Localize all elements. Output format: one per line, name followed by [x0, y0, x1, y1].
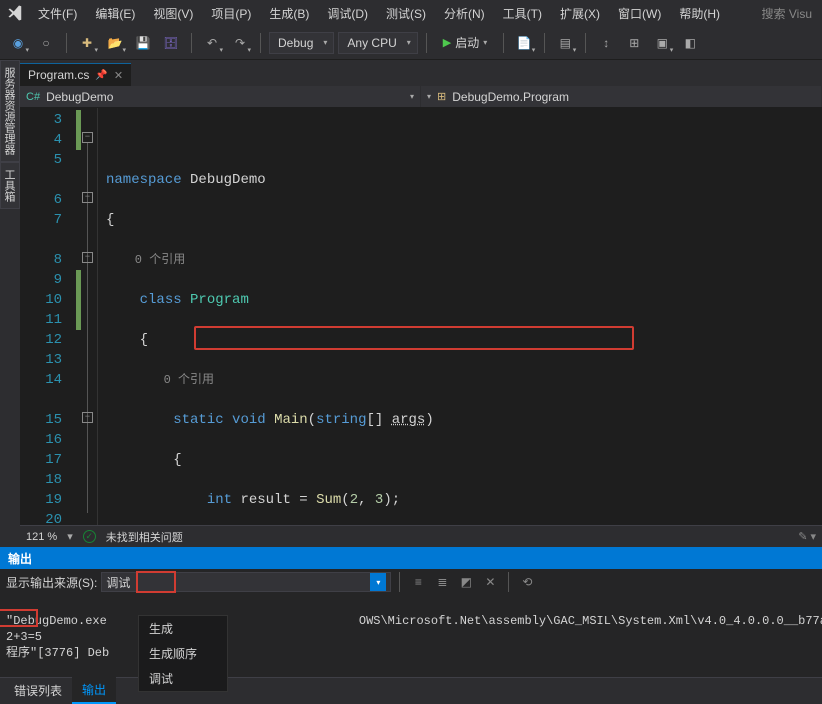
platform-value: Any CPU	[347, 36, 396, 50]
file-tab-label: Program.cs	[28, 68, 89, 82]
nav-project-label: DebugDemo	[46, 90, 113, 104]
fold-class[interactable]: −	[82, 192, 93, 203]
separator	[544, 33, 545, 53]
code-content: namespace DebugDemo { 0 个引用 class Progra…	[98, 108, 822, 525]
csharp-icon: C#	[26, 91, 40, 103]
menu-tools[interactable]: 工具(T)	[495, 1, 550, 26]
output-icon-3[interactable]: ◩	[456, 572, 476, 592]
menu-item-build[interactable]: 生成	[139, 616, 227, 641]
menu-edit[interactable]: 编辑(E)	[87, 1, 143, 26]
highlight-source	[136, 571, 176, 593]
check-icon: ✓	[83, 530, 96, 543]
separator	[191, 33, 192, 53]
output-title: 输出	[8, 550, 32, 567]
class-icon: ⊞	[437, 90, 446, 103]
new-file-button[interactable]: ✚	[75, 31, 99, 55]
platform-combo[interactable]: Any CPU▾	[338, 32, 417, 54]
nav-back-button[interactable]: ◉	[6, 31, 30, 55]
issues-status: 未找到相关问题	[106, 529, 183, 545]
start-debug-button[interactable]: ▶启动▾	[435, 32, 496, 54]
clear-icon[interactable]: ✕	[480, 572, 500, 592]
line-gutter: 345 678 9101112 131415 16171819 20	[20, 108, 80, 525]
fold-namespace[interactable]: −	[82, 132, 93, 143]
save-button[interactable]: 💾	[131, 31, 155, 55]
output-icon-2[interactable]: ≣	[432, 572, 452, 592]
menu-file[interactable]: 文件(F)	[30, 1, 85, 26]
separator	[260, 33, 261, 53]
separator	[66, 33, 67, 53]
play-icon: ▶	[443, 36, 451, 49]
start-label: 启动	[455, 34, 479, 51]
menu-project[interactable]: 项目(P)	[203, 1, 259, 26]
separator	[508, 572, 509, 592]
output-source-value: 调试	[106, 574, 130, 591]
output-icon-4[interactable]: ⟲	[517, 572, 537, 592]
nav-class-label: DebugDemo.Program	[452, 90, 569, 104]
menu-help[interactable]: 帮助(H)	[671, 1, 728, 26]
search-box[interactable]: 搜索 Visu	[756, 3, 818, 24]
nav-project-combo[interactable]: C#DebugDemo▾	[20, 86, 421, 107]
output-source-menu: 生成 生成顺序 调试	[138, 615, 228, 692]
highlight-result	[0, 609, 38, 627]
output-icon-1[interactable]: ≡	[408, 572, 428, 592]
file-tab-program[interactable]: Program.cs 📌 ✕	[20, 63, 131, 86]
output-content[interactable]: "DebugDemo.exe OWS\Microsoft.Net\assembl…	[0, 595, 822, 677]
close-icon[interactable]: ✕	[114, 69, 123, 82]
fold-sum[interactable]: −	[82, 412, 93, 423]
nav-class-combo[interactable]: ▾⊞DebugDemo.Program	[421, 86, 822, 107]
menu-test[interactable]: 测试(S)	[378, 1, 434, 26]
fold-margin: − − − −	[80, 108, 98, 525]
zoom-level[interactable]: 121 %	[26, 531, 57, 543]
vs-logo-icon	[4, 3, 28, 23]
redo-button[interactable]: ↷	[228, 31, 252, 55]
separator	[399, 572, 400, 592]
menu-view[interactable]: 视图(V)	[145, 1, 201, 26]
tb-icon-1[interactable]: 📄	[512, 31, 536, 55]
menu-item-build-order[interactable]: 生成顺序	[139, 641, 227, 666]
pin-icon[interactable]: 📌	[95, 70, 107, 81]
code-editor[interactable]: 345 678 9101112 131415 16171819 20 − − −…	[20, 108, 822, 525]
save-all-button[interactable]: 🗄	[159, 31, 183, 55]
separator	[503, 33, 504, 53]
tb-icon-6[interactable]: ◧	[678, 31, 702, 55]
output-panel-header[interactable]: 输出	[0, 547, 822, 569]
pen-icon[interactable]: ✎ ▾	[798, 530, 816, 543]
menu-analyze[interactable]: 分析(N)	[436, 1, 493, 26]
side-tab-server[interactable]: 服务器资源管理器	[0, 60, 20, 162]
tb-icon-2[interactable]: ▤	[553, 31, 577, 55]
config-combo[interactable]: Debug▾	[269, 32, 334, 54]
tab-error-list[interactable]: 错误列表	[4, 678, 72, 703]
fold-main[interactable]: −	[82, 252, 93, 263]
tb-icon-3[interactable]: ↕	[594, 31, 618, 55]
menu-item-debug[interactable]: 调试	[139, 666, 227, 691]
output-source-label: 显示输出来源(S):	[6, 574, 97, 591]
tab-output[interactable]: 输出	[72, 677, 116, 704]
separator	[585, 33, 586, 53]
undo-button[interactable]: ↶	[200, 31, 224, 55]
side-tab-toolbox[interactable]: 工具箱	[0, 162, 20, 209]
menu-debug[interactable]: 调试(D)	[319, 1, 376, 26]
combo-dropdown-icon[interactable]: ▾	[370, 573, 386, 591]
menu-window[interactable]: 窗口(W)	[610, 1, 669, 26]
open-button[interactable]: 📂	[103, 31, 127, 55]
nav-fwd-button[interactable]: ○	[34, 31, 58, 55]
tb-icon-4[interactable]: ⊞	[622, 31, 646, 55]
config-value: Debug	[278, 36, 313, 50]
separator	[426, 33, 427, 53]
tb-icon-5[interactable]: ▣	[650, 31, 674, 55]
menu-build[interactable]: 生成(B)	[261, 1, 317, 26]
menu-extensions[interactable]: 扩展(X)	[552, 1, 608, 26]
